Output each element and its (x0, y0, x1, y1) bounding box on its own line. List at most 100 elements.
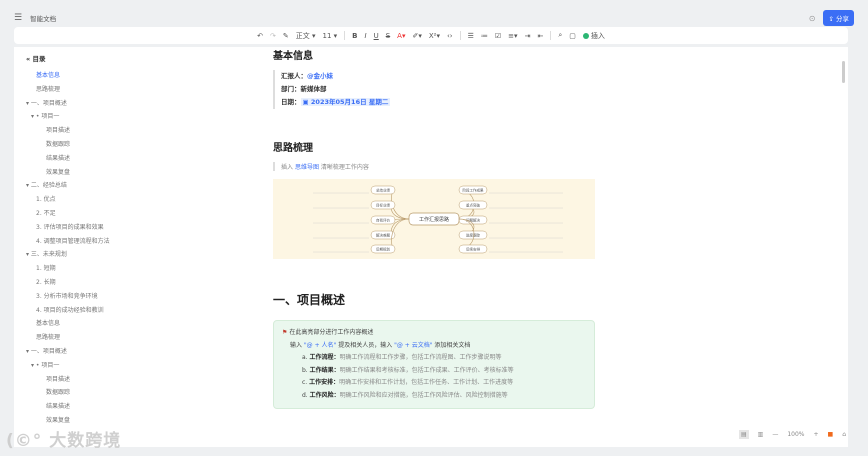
toc-item[interactable]: 数据跟踪 (26, 138, 246, 152)
mindmap-link[interactable]: 思维导图 (295, 164, 319, 171)
italic-icon[interactable]: I (365, 32, 367, 40)
menu-icon[interactable]: ☰ (14, 13, 22, 23)
callout-text: 提及相关人员，输入 (336, 341, 395, 349)
superscript-icon[interactable]: X²▾ (429, 32, 440, 40)
toc-item[interactable]: 效果复盘 (26, 166, 246, 180)
toc-heading[interactable]: « 目录 (26, 53, 246, 63)
highlight-icon[interactable]: ✐▾ (412, 32, 421, 40)
date-chip[interactable]: ▣ 2023年05月16日 星期二 (300, 98, 391, 106)
checklist-icon[interactable]: ☑ (495, 32, 501, 40)
mindmap-node-label: 解决难题 (376, 233, 390, 238)
date-value: 2023年05月16日 星期二 (310, 98, 389, 106)
indent-icon[interactable]: ⇥ (525, 32, 531, 40)
outdent-icon[interactable]: ⇤ (537, 32, 543, 40)
layout-narrow-icon[interactable]: ▥ (758, 431, 764, 438)
plus-icon (582, 32, 589, 39)
callout-list-item: b. 工作结果：明确工作结果和考核标准，包括工作成果、工作评价、考核标准等 (282, 365, 586, 378)
list-marker: b. (302, 366, 308, 374)
style-value: 正文 (295, 31, 310, 40)
list-item-title: 工作安排： (309, 379, 340, 386)
search-icon[interactable]: ⌕ (558, 31, 562, 40)
callout-list-item: c. 工作安排：明确工作安排和工作计划，包括工作任务、工作计划、工作进度等 (282, 377, 586, 390)
watermark-logo: (©° 大数跨境 (6, 431, 122, 451)
insert-label: 插入 (590, 31, 605, 40)
toc-item[interactable]: ▾ 三、未来规划 (26, 248, 246, 262)
undo-icon[interactable]: ↶ (257, 32, 263, 40)
toc-item[interactable]: 3. 评估项目的成果和效果 (26, 221, 246, 235)
record-icon[interactable]: ■ (828, 431, 834, 438)
mindmap-node-label: 后续安排 (466, 247, 480, 252)
toc-item[interactable]: 思路梳理 (26, 331, 246, 345)
toc-list: 基本信息 思路梳理 ▾ 一、项目概述 ▾ • 项目一 项目描述 数据跟踪 结果描述 效果复盘 ▾… (26, 69, 246, 428)
divider (344, 31, 346, 40)
toc-item[interactable]: 结果描述 (26, 400, 246, 414)
zoom-out-button[interactable]: — (772, 431, 778, 438)
idea-pre: 插入 (281, 164, 294, 171)
bold-icon[interactable]: B (352, 32, 357, 40)
toc-item[interactable]: 项目描述 (26, 373, 246, 387)
scrollbar[interactable] (842, 61, 845, 83)
redo-icon[interactable]: ↷ (270, 32, 276, 40)
insert-button[interactable]: 插入 (582, 31, 605, 41)
toc-item[interactable]: 结果描述 (26, 152, 246, 166)
watermark-text: 大数跨境 (49, 431, 122, 451)
mindmap-node-label: 重点突破 (466, 203, 480, 208)
callout-text: 输入 (290, 341, 304, 349)
date-label: 日期： (281, 98, 301, 106)
toc-item[interactable]: 2. 长期 (26, 276, 246, 290)
callout-list-item: d. 工作风险：明确工作风险和应对措施，包括工作风险评估、风险控制措施等 (282, 390, 586, 403)
font-color-icon[interactable]: A▾ (397, 32, 405, 40)
toc-item[interactable]: 4. 项目的成功经验和教训 (26, 304, 246, 318)
idea-quote: 插入 思维导图 清晰梳理工作内容 (273, 162, 595, 171)
dept-label: 部门： (281, 85, 301, 93)
mindmap-node-label: 进度跟踪 (466, 233, 480, 238)
list-item-desc: 明确工作结果和考核标准，包括工作成果、工作评价、考核标准等 (339, 366, 514, 374)
toc-item[interactable]: ▾ • 项目一 (26, 110, 246, 124)
reporter-mention[interactable]: @金小妹 (307, 72, 333, 80)
toc-item[interactable]: 项目描述 (26, 124, 246, 138)
doc-content: 基本信息 汇报人：@金小妹 部门：新媒体部 日期： ▣ 2023年05月16日 星… (273, 47, 595, 409)
toc-item[interactable]: 1. 短期 (26, 262, 246, 276)
toc-item[interactable]: 基本信息 (26, 317, 246, 331)
zoom-in-button[interactable]: + (813, 431, 818, 438)
title-bar: ☰ 智能文档 ⊙ ⇪ 分享 (0, 8, 868, 28)
toc-item[interactable]: 2. 不足 (26, 207, 246, 221)
font-size-select[interactable]: 11 ▾ (323, 32, 338, 40)
divider (459, 31, 461, 40)
settings-icon[interactable]: ⊙ (809, 14, 816, 23)
document-page: « 目录 基本信息 思路梳理 ▾ 一、项目概述 ▾ • 项目一 项目描述 数据跟踪 结果描述… (14, 47, 848, 447)
share-button[interactable]: ⇪ 分享 (823, 10, 854, 26)
toc-item[interactable]: ▾ 二、经验总结 (26, 179, 246, 193)
help-icon[interactable]: ⌂ (842, 431, 846, 438)
toc-item[interactable]: 基本信息 (26, 69, 246, 83)
format-toolbar: ↶ ↷ ✎ 正文 ▾ 11 ▾ B I U S A▾ ✐▾ X²▾ ‹› ☰ ≔… (14, 27, 848, 44)
bullet-list-icon[interactable]: ☰ (468, 32, 474, 40)
code-icon[interactable]: ‹› (447, 32, 453, 40)
toc-item[interactable]: 4. 调整项目管理流程和方法 (26, 235, 246, 249)
toc-item[interactable]: ▾ 一、项目概述 (26, 97, 246, 111)
layout-wide-icon[interactable]: ▤ (738, 430, 749, 439)
doc-title: 智能文档 (30, 15, 57, 23)
toc-item[interactable]: 1. 优点 (26, 193, 246, 207)
mindmap-node-label: 阶段工作成果 (463, 188, 484, 193)
mindmap-image[interactable]: 总结业绩 目标业绩 自我评价 解决难题 后期规划 阶段工作成果 重点突破 问题解决 进度跟踪 后续… (273, 179, 595, 259)
format-painter-icon[interactable]: ✎ (283, 32, 289, 40)
align-icon[interactable]: ≡▾ (508, 32, 517, 40)
list-item-title: 工作风险： (309, 391, 340, 399)
strikethrough-icon[interactable]: S (386, 32, 390, 40)
numbered-list-icon[interactable]: ≔ (481, 32, 488, 40)
comment-icon[interactable]: ▢ (569, 32, 576, 40)
toc-item[interactable]: 3. 分析市场和竞争环境 (26, 290, 246, 304)
callout-list-item: a. 工作流程：明确工作流程和工作步骤，包括工作流程图、工作步骤说明等 (282, 352, 586, 365)
toc-item[interactable]: ▾ 一、项目概述 (26, 345, 246, 359)
list-marker: d. (302, 391, 308, 399)
toc-heading-label: 目录 (32, 55, 46, 63)
style-select[interactable]: 正文 ▾ (296, 31, 316, 41)
underline-icon[interactable]: U (374, 32, 379, 40)
toc-item[interactable]: 数据跟踪 (26, 386, 246, 400)
list-item-title: 工作流程： (309, 354, 340, 361)
toc-item[interactable]: ▾ • 项目一 (26, 359, 246, 373)
mindmap-node-label: 目标业绩 (376, 203, 390, 208)
heading-ideas: 思路梳理 (273, 143, 313, 154)
toc-item[interactable]: 思路梳理 (26, 83, 246, 97)
